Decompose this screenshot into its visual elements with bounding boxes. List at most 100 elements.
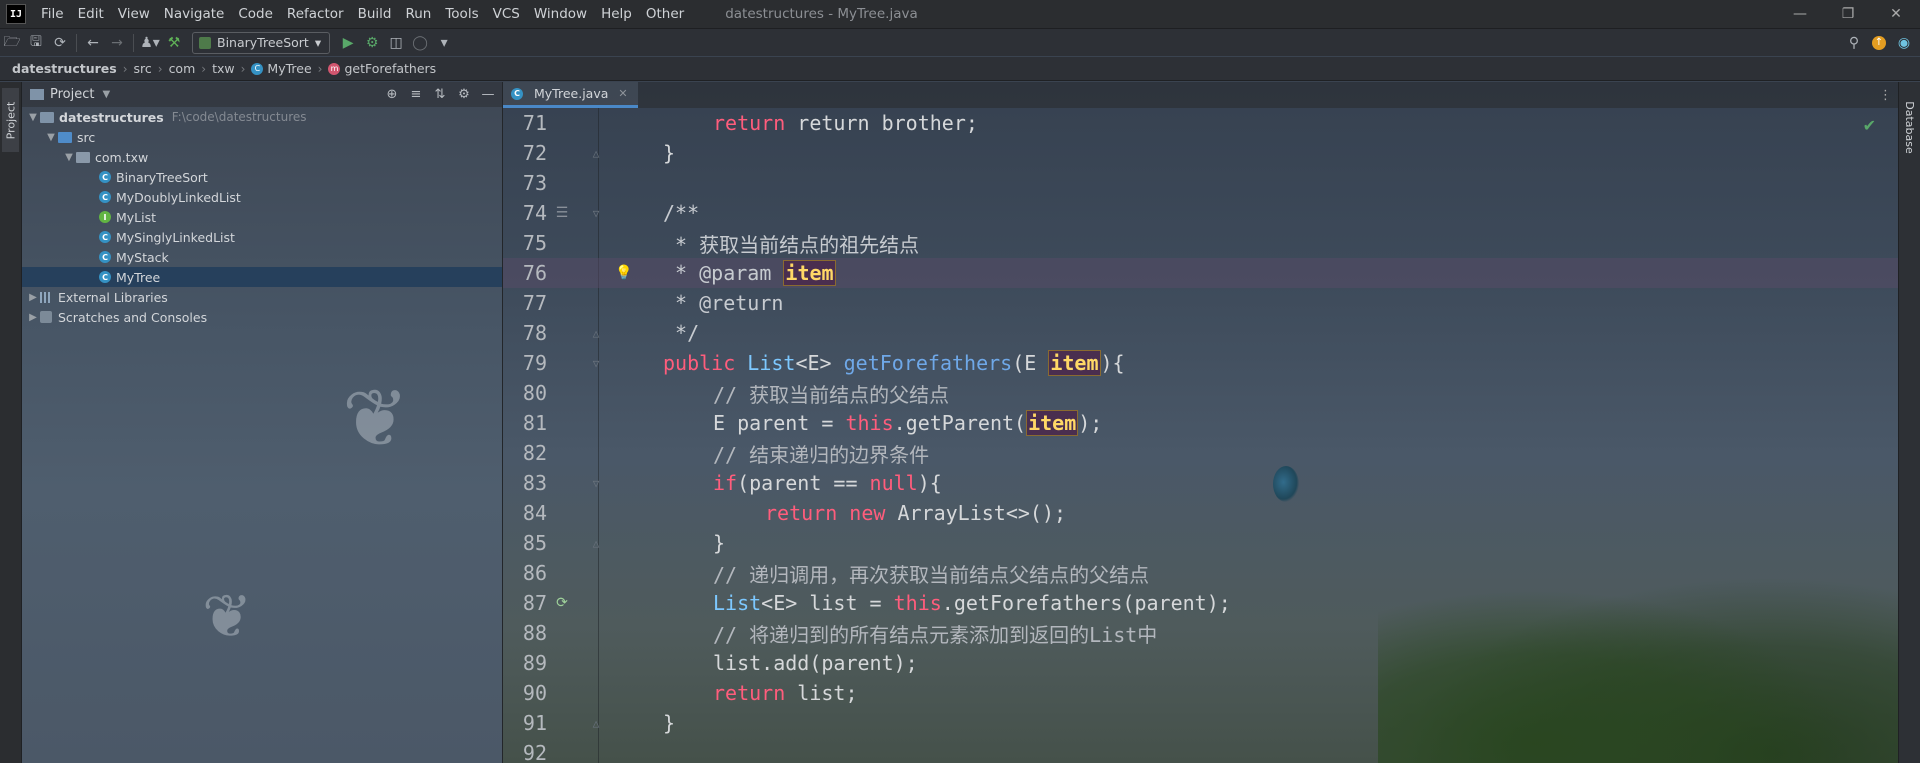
sync-icon[interactable]: ⟳ (48, 31, 72, 55)
code-line[interactable]: 77 * @return (503, 288, 1898, 318)
more-run-options-icon[interactable]: ▾ (432, 31, 456, 55)
expand-all-icon[interactable]: ≡ (406, 85, 426, 105)
collapsed-arrow-icon[interactable]: ▶ (26, 312, 40, 323)
menu-edit[interactable]: Edit (71, 0, 111, 28)
locate-file-icon[interactable]: ⊕ (382, 85, 402, 105)
collapse-all-icon[interactable]: ⇅ (430, 85, 450, 105)
code-area[interactable]: 71 return return brother; 72 △ } 73 74 ☰… (503, 108, 1898, 763)
hide-panel-icon[interactable]: — (478, 85, 498, 105)
forward-arrow-icon[interactable]: → (105, 31, 129, 55)
tree-row-root[interactable]: ▼ datestructures F:\code\datestructures (22, 107, 502, 127)
minimize-icon[interactable]: — (1776, 0, 1824, 28)
menu-vcs[interactable]: VCS (486, 0, 527, 28)
menu-navigate[interactable]: Navigate (157, 0, 232, 28)
menu-build[interactable]: Build (351, 0, 399, 28)
code-line[interactable]: 90 return list; (503, 678, 1898, 708)
intellij-logo-icon[interactable]: IJ (6, 4, 26, 24)
breadcrumb-method[interactable]: m getForefathers (328, 61, 436, 76)
tree-row-file[interactable]: C MyDoublyLinkedList (22, 187, 502, 207)
menu-tools[interactable]: Tools (438, 0, 485, 28)
breadcrumb-src[interactable]: src (134, 61, 152, 76)
menu-help[interactable]: Help (594, 0, 639, 28)
tree-row-external-libraries[interactable]: ▶ External Libraries (22, 287, 502, 307)
code-line[interactable]: 84 return new ArrayList<>(); (503, 498, 1898, 528)
fold-marker-icon[interactable]: △ (589, 326, 603, 340)
expanded-arrow-icon[interactable]: ▼ (62, 152, 76, 163)
breadcrumb-project[interactable]: datestructures (12, 61, 117, 76)
menu-other[interactable]: Other (639, 0, 691, 28)
run-configuration-selector[interactable]: BinaryTreeSort ▾ (192, 31, 331, 54)
build-hammer-icon[interactable]: ⚒ (162, 31, 186, 55)
menu-view[interactable]: View (111, 0, 157, 28)
code-line[interactable]: 80 // 获取当前结点的父结点 (503, 378, 1898, 408)
stop-icon[interactable]: ◯ (408, 31, 432, 55)
open-folder-icon[interactable]: 🗁 (0, 31, 24, 55)
code-line[interactable]: 82 // 结束递归的边界条件 (503, 438, 1898, 468)
code-line[interactable]: 75 * 获取当前结点的祖先结点 (503, 228, 1898, 258)
chevron-down-icon[interactable]: ▼ (102, 89, 110, 100)
close-icon[interactable]: ✕ (1872, 0, 1920, 28)
code-line[interactable]: 79 ▽ public List<E> getForefathers(E ite… (503, 348, 1898, 378)
expanded-arrow-icon[interactable]: ▼ (44, 132, 58, 143)
code-line[interactable]: 86 // 递归调用，再次获取当前结点父结点的父结点 (503, 558, 1898, 588)
code-line[interactable]: 72 △ } (503, 138, 1898, 168)
save-icon[interactable]: 🖫 (24, 31, 48, 55)
code-line[interactable]: 81 E parent = this.getParent(item); (503, 408, 1898, 438)
tree-row-file[interactable]: C BinaryTreeSort (22, 167, 502, 187)
color-theme-icon[interactable]: ◉ (1892, 31, 1916, 55)
menu-file[interactable]: File (34, 0, 71, 28)
close-tab-icon[interactable]: ✕ (618, 87, 627, 100)
back-arrow-icon[interactable]: ← (81, 31, 105, 55)
gear-icon[interactable]: ⚙ (454, 85, 474, 105)
collapsed-arrow-icon[interactable]: ▶ (26, 292, 40, 303)
fold-marker-icon[interactable]: ▽ (589, 356, 603, 370)
code-line[interactable]: 78 △ */ (503, 318, 1898, 348)
tree-row-package[interactable]: ▼ com.txw (22, 147, 502, 167)
code-line[interactable]: 88 // 将递归到的所有结点元素添加到返回的List中 (503, 618, 1898, 648)
fold-marker-icon[interactable]: △ (589, 716, 603, 730)
code-line[interactable]: 85 △ } (503, 528, 1898, 558)
tree-row-file[interactable]: C MySinglyLinkedList (22, 227, 502, 247)
project-panel-title[interactable]: Project (50, 87, 94, 102)
fold-marker-icon[interactable]: ▽ (589, 476, 603, 490)
database-tool-tab[interactable]: Database (1901, 92, 1918, 162)
expanded-arrow-icon[interactable]: ▼ (26, 112, 40, 123)
project-tool-tab[interactable]: Project (2, 88, 19, 152)
code-line[interactable]: 87 ⟳ List<E> list = this.getForefathers(… (503, 588, 1898, 618)
coverage-icon[interactable]: ◫ (384, 31, 408, 55)
menu-code[interactable]: Code (231, 0, 280, 28)
fold-marker-icon[interactable]: ▽ (589, 206, 603, 220)
run-icon[interactable]: ▶ (336, 31, 360, 55)
code-line[interactable]: 83 ▽ if(parent == null){ (503, 468, 1898, 498)
code-line[interactable]: 92 (503, 738, 1898, 763)
tree-row-file[interactable]: I MyList (22, 207, 502, 227)
code-line[interactable]: 71 return return brother; (503, 108, 1898, 138)
code-line[interactable]: 73 (503, 168, 1898, 198)
code-line[interactable]: 89 list.add(parent); (503, 648, 1898, 678)
menu-run[interactable]: Run (398, 0, 438, 28)
debug-bug-icon[interactable]: ⚙ (360, 31, 384, 55)
tree-row-file[interactable]: C MyStack (22, 247, 502, 267)
code-line[interactable]: 74 ☰ ▽ /** (503, 198, 1898, 228)
breadcrumb-class[interactable]: C MyTree (251, 61, 312, 76)
tree-row-src[interactable]: ▼ src (22, 127, 502, 147)
more-options-icon[interactable]: ⋮ (1879, 88, 1892, 103)
lightbulb-icon[interactable]: 💡 (613, 262, 635, 284)
fold-marker-icon[interactable]: △ (589, 146, 603, 160)
recursive-call-icon[interactable]: ⟳ (551, 592, 573, 614)
tree-row-scratches[interactable]: ▶ Scratches and Consoles (22, 307, 502, 327)
code-line[interactable]: 91 △ } (503, 708, 1898, 738)
menu-window[interactable]: Window (527, 0, 594, 28)
restore-icon[interactable]: ❐ (1824, 0, 1872, 28)
tree-row-file-selected[interactable]: C MyTree (22, 267, 502, 287)
code-line-current[interactable]: 76 💡 * @param item (503, 258, 1898, 288)
breadcrumb-txw[interactable]: txw (212, 61, 235, 76)
fold-marker-icon[interactable]: △ (589, 536, 603, 550)
search-icon[interactable]: ⚲ (1842, 31, 1866, 55)
breadcrumb-com[interactable]: com (169, 61, 196, 76)
user-dropdown-icon[interactable]: ♟▾ (138, 31, 162, 55)
render-doc-icon[interactable]: ☰ (551, 202, 573, 224)
tab-mytree-java[interactable]: C MyTree.java ✕ (503, 82, 638, 108)
menu-refactor[interactable]: Refactor (280, 0, 351, 28)
update-available-icon[interactable]: ↑ (1872, 35, 1886, 50)
